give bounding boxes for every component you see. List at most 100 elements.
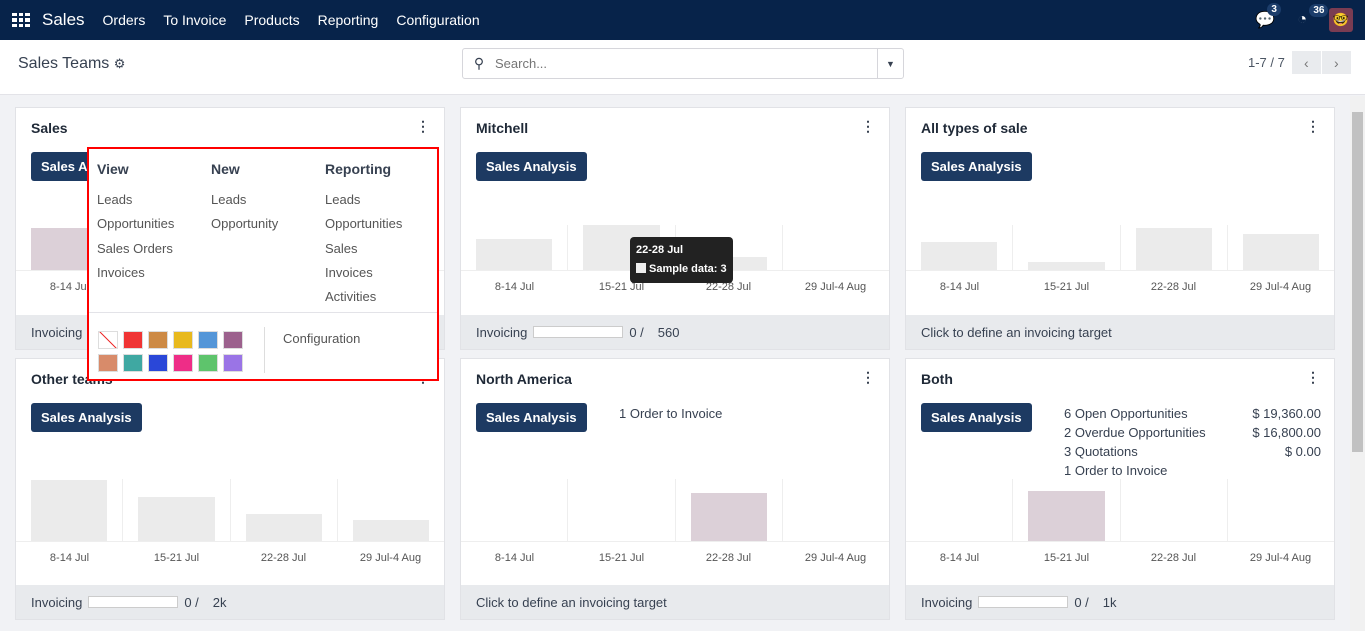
menu-configuration-link[interactable]: Configuration [283, 331, 360, 346]
stat-label[interactable]: 3 Quotations [1064, 442, 1138, 461]
team-card[interactable]: Both ⋮ Sales Analysis 6 Open Opportunitie… [905, 358, 1335, 620]
avatar[interactable]: 🤓 [1329, 8, 1353, 32]
menu-reporting-title: Reporting [325, 161, 392, 177]
define-target-link[interactable]: Click to define an invoicing target [476, 595, 667, 610]
scrollbar-thumb[interactable] [1352, 112, 1363, 452]
menu-reporting[interactable]: Reporting [318, 12, 379, 28]
kebab-menu-icon[interactable]: ⋮ [1306, 369, 1320, 386]
team-name[interactable]: Sales [31, 120, 68, 136]
invoicing-target[interactable]: 1k [1103, 595, 1117, 610]
color-swatch[interactable] [173, 331, 193, 349]
chart-bar[interactable] [1242, 233, 1319, 270]
menu-reporting-item[interactable]: Leads [325, 188, 402, 212]
menu-view-item[interactable]: Leads [97, 188, 174, 212]
pager-next-button[interactable]: › [1321, 51, 1351, 74]
sales-chart[interactable] [906, 479, 1334, 542]
color-swatch[interactable] [123, 331, 143, 349]
team-name[interactable]: All types of sale [921, 120, 1028, 136]
menu-new-item[interactable]: Leads [211, 188, 278, 212]
menu-new-item[interactable]: Opportunity [211, 212, 278, 236]
stat-row[interactable]: 1 Order to Invoice [619, 404, 876, 423]
apps-grid-icon[interactable] [12, 13, 30, 27]
sales-analysis-button[interactable]: Sales Analysis [921, 403, 1032, 432]
invoicing-target[interactable]: 560 [658, 325, 680, 340]
color-none-swatch[interactable] [98, 331, 118, 349]
chart-bar[interactable] [245, 514, 322, 541]
sales-analysis-button[interactable]: Sales Analysis [921, 152, 1032, 181]
chart-bar[interactable] [921, 242, 998, 270]
stat-label[interactable]: 6 Open Opportunities [1064, 404, 1188, 423]
menu-reporting-item[interactable]: Sales [325, 237, 402, 261]
gear-icon[interactable]: ⚙ [114, 56, 126, 71]
team-name[interactable]: North America [476, 371, 572, 387]
sales-analysis-button[interactable]: Sales Analysis [31, 403, 142, 432]
chart-column [783, 225, 889, 270]
menu-view-item[interactable]: Invoices [97, 261, 174, 285]
app-brand[interactable]: Sales [42, 10, 85, 30]
sales-analysis-button[interactable]: Sales Analysis [476, 152, 587, 181]
menu-reporting-item[interactable]: Invoices [325, 261, 402, 285]
invoicing-footer[interactable]: Click to define an invoicing target [461, 585, 889, 619]
scrollbar[interactable] [1350, 96, 1365, 631]
team-card[interactable]: Other teams ⋮ Sales Analysis8-14 Jul15-2… [15, 358, 445, 620]
chart-bar[interactable] [1028, 261, 1105, 270]
messages-icon[interactable]: 💬 3 [1255, 3, 1281, 30]
color-swatch[interactable] [223, 331, 243, 349]
invoicing-progress-bar[interactable] [88, 596, 179, 608]
team-card[interactable]: Mitchell ⋮ Sales Analysis 8-14 Jul 15-21 J… [460, 107, 890, 350]
color-swatch[interactable] [198, 354, 218, 372]
color-swatch[interactable] [123, 354, 143, 372]
stat-row[interactable]: 3 Quotations $ 0.00 [1064, 442, 1321, 461]
kebab-menu-icon[interactable]: ⋮ [861, 369, 875, 386]
chart-bar[interactable] [476, 239, 553, 270]
search-input[interactable] [495, 56, 877, 71]
invoicing-target[interactable]: 2k [213, 595, 227, 610]
stat-row[interactable]: 1 Order to Invoice [1064, 461, 1321, 480]
color-swatch[interactable] [198, 331, 218, 349]
menu-to-invoice[interactable]: To Invoice [163, 12, 226, 28]
menu-reporting-item[interactable]: Activities [325, 285, 402, 309]
team-name[interactable]: Mitchell [476, 120, 528, 136]
sales-chart[interactable] [906, 225, 1334, 271]
sales-chart[interactable] [461, 479, 889, 542]
sales-chart[interactable] [16, 479, 444, 542]
color-swatch[interactable] [98, 354, 118, 372]
x-tick-label: 8-14 Jul [49, 552, 90, 564]
menu-view-item[interactable]: Opportunities [97, 212, 174, 236]
pager-previous-button[interactable]: ‹ [1291, 51, 1321, 74]
invoicing-progress-bar[interactable] [978, 596, 1069, 608]
menu-reporting-item[interactable]: Opportunities [325, 212, 402, 236]
team-card[interactable]: North America ⋮ Sales Analysis 1 Order to… [460, 358, 890, 620]
color-swatch[interactable] [148, 354, 168, 372]
search-options-toggle[interactable]: ▼ [877, 49, 903, 78]
stat-label[interactable]: 2 Overdue Opportunities [1064, 423, 1206, 442]
stat-label[interactable]: 1 Order to Invoice [1064, 461, 1167, 480]
team-card[interactable]: All types of sale ⋮ Sales Analysis 8-14 J… [905, 107, 1335, 350]
stat-row[interactable]: 6 Open Opportunities $ 19,360.00 [1064, 404, 1321, 423]
color-swatch[interactable] [148, 331, 168, 349]
kebab-menu-icon[interactable]: ⋮ [416, 118, 430, 135]
pager-value[interactable]: 1-7 / 7 [1248, 55, 1285, 70]
invoicing-progress-bar[interactable] [533, 326, 624, 338]
activities-icon[interactable]: ◔ 36 [1297, 4, 1329, 29]
color-swatch[interactable] [173, 354, 193, 372]
chart-bar[interactable] [352, 520, 429, 541]
menu-view-item[interactable]: Sales Orders [97, 237, 174, 261]
invoicing-footer[interactable]: Click to define an invoicing target [906, 315, 1334, 349]
color-swatch[interactable] [223, 354, 243, 372]
chart-bar[interactable] [1135, 228, 1212, 270]
stat-row[interactable]: 2 Overdue Opportunities $ 16,800.00 [1064, 423, 1321, 442]
menu-orders[interactable]: Orders [103, 12, 146, 28]
kebab-menu-icon[interactable]: ⋮ [1306, 118, 1320, 135]
chart-bar[interactable] [690, 493, 767, 541]
chart-bar[interactable] [31, 479, 108, 541]
menu-products[interactable]: Products [244, 12, 299, 28]
sales-analysis-button[interactable]: Sales Analysis [476, 403, 587, 432]
kebab-menu-icon[interactable]: ⋮ [861, 118, 875, 135]
menu-configuration[interactable]: Configuration [396, 12, 479, 28]
team-name[interactable]: Both [921, 371, 953, 387]
chart-bar[interactable] [1028, 491, 1105, 541]
define-target-link[interactable]: Click to define an invoicing target [921, 325, 1112, 340]
stat-label[interactable]: 1 Order to Invoice [619, 404, 722, 423]
chart-bar[interactable] [138, 497, 215, 541]
